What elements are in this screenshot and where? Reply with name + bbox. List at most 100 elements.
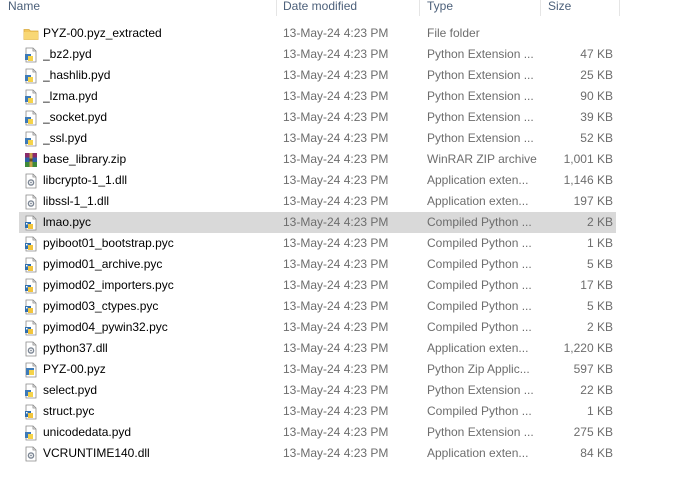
file-type: Python Extension ...: [427, 68, 534, 82]
file-date-modified: 13-May-24 4:23 PM: [283, 446, 389, 460]
file-row[interactable]: struct.pyc 13-May-24 4:23 PM Compiled Pyth…: [19, 401, 616, 422]
file-name: _ssl.pyd: [43, 131, 88, 145]
pyd-file-icon: [23, 383, 39, 399]
column-header-bar: Name Date modified Type Size: [0, 0, 682, 16]
file-size: 1 KB: [586, 404, 613, 418]
file-type: Compiled Python ...: [427, 257, 532, 271]
file-row[interactable]: pyimod04_pywin32.pyc 13-May-24 4:23 PM Com…: [19, 317, 616, 338]
file-icon-cell: [23, 275, 39, 296]
file-icon-cell: [23, 65, 39, 86]
file-name: unicodedata.pyd: [43, 425, 132, 439]
pyz-file-icon: [23, 362, 39, 378]
file-type: Python Extension ...: [427, 110, 534, 124]
file-row[interactable]: _hashlib.pyd 13-May-24 4:23 PM Python Exte…: [19, 65, 616, 86]
file-name: pyimod01_archive.pyc: [43, 257, 163, 271]
pyc-file-icon: [23, 278, 39, 294]
file-size: 1,220 KB: [563, 341, 613, 355]
file-icon-cell: [23, 170, 39, 191]
file-name: _hashlib.pyd: [43, 68, 111, 82]
file-date-modified: 13-May-24 4:23 PM: [283, 404, 389, 418]
file-date-modified: 13-May-24 4:23 PM: [283, 194, 389, 208]
file-size: 22 KB: [580, 383, 613, 397]
column-header-size[interactable]: Size: [541, 0, 620, 16]
dll-file-icon: [23, 194, 39, 210]
file-icon-cell: [23, 212, 39, 233]
pyd-file-icon: [23, 89, 39, 105]
file-name: libssl-1_1.dll: [43, 194, 110, 208]
file-size: 25 KB: [580, 68, 613, 82]
file-date-modified: 13-May-24 4:23 PM: [283, 320, 389, 334]
file-date-modified: 13-May-24 4:23 PM: [283, 215, 389, 229]
file-type: Application exten...: [427, 446, 529, 460]
file-date-modified: 13-May-24 4:23 PM: [283, 341, 389, 355]
file-date-modified: 13-May-24 4:23 PM: [283, 26, 389, 40]
file-size: 197 KB: [573, 194, 613, 208]
file-row[interactable]: lmao.pyc 13-May-24 4:23 PM Compiled Python…: [19, 212, 616, 233]
file-row[interactable]: base_library.zip 13-May-24 4:23 PM WinRAR …: [19, 149, 616, 170]
file-name: pyimod02_importers.pyc: [43, 278, 174, 292]
file-row[interactable]: pyimod03_ctypes.pyc 13-May-24 4:23 PM Comp…: [19, 296, 616, 317]
file-row[interactable]: python37.dll 13-May-24 4:23 PM Application…: [19, 338, 616, 359]
column-header-type-label: Type: [427, 0, 454, 13]
file-type: Compiled Python ...: [427, 404, 532, 418]
file-icon-cell: [23, 254, 39, 275]
file-icon-cell: [23, 44, 39, 65]
file-size: 17 KB: [580, 278, 613, 292]
file-row[interactable]: pyimod01_archive.pyc 13-May-24 4:23 PM Com…: [19, 254, 616, 275]
file-icon-cell: [23, 23, 39, 44]
file-row[interactable]: unicodedata.pyd 13-May-24 4:23 PM Python E…: [19, 422, 616, 443]
file-icon-cell: [23, 128, 39, 149]
column-header-date[interactable]: Date modified: [277, 0, 420, 16]
column-header-name[interactable]: Name: [0, 0, 277, 16]
pyc-file-icon: [23, 320, 39, 336]
file-row[interactable]: _lzma.pyd 13-May-24 4:23 PM Python Extensi…: [19, 86, 616, 107]
file-type: Application exten...: [427, 194, 529, 208]
file-icon-cell: [23, 107, 39, 128]
file-type: Python Zip Applic...: [427, 362, 530, 376]
file-row[interactable]: libssl-1_1.dll 13-May-24 4:23 PM Applicati…: [19, 191, 616, 212]
file-date-modified: 13-May-24 4:23 PM: [283, 89, 389, 103]
file-type: Compiled Python ...: [427, 278, 532, 292]
column-header-name-label: Name: [8, 0, 41, 13]
file-row[interactable]: _socket.pyd 13-May-24 4:23 PM Python Exten…: [19, 107, 616, 128]
file-row[interactable]: VCRUNTIME140.dll 13-May-24 4:23 PM Applica…: [19, 443, 616, 464]
file-name: base_library.zip: [43, 152, 127, 166]
file-date-modified: 13-May-24 4:23 PM: [283, 131, 389, 145]
file-size: 1,146 KB: [563, 173, 613, 187]
file-name: PYZ-00.pyz: [43, 362, 106, 376]
file-name: select.pyd: [43, 383, 98, 397]
pyd-file-icon: [23, 425, 39, 441]
pyc-file-icon: [23, 299, 39, 315]
pyc-file-icon: [23, 404, 39, 420]
pyd-file-icon: [23, 47, 39, 63]
file-icon-cell: [23, 443, 39, 464]
file-row[interactable]: select.pyd 13-May-24 4:23 PM Python Extens…: [19, 380, 616, 401]
file-type: Python Extension ...: [427, 383, 534, 397]
file-icon-cell: [23, 296, 39, 317]
file-name: struct.pyc: [43, 404, 95, 418]
file-size: 5 KB: [586, 299, 613, 313]
file-size: 5 KB: [586, 257, 613, 271]
file-icon-cell: [23, 401, 39, 422]
file-row[interactable]: libcrypto-1_1.dll 13-May-24 4:23 PM Applic…: [19, 170, 616, 191]
file-icon-cell: [23, 233, 39, 254]
file-type: WinRAR ZIP archive: [427, 152, 537, 166]
file-size: 39 KB: [580, 110, 613, 124]
file-row[interactable]: pyiboot01_bootstrap.pyc 13-May-24 4:23 PM…: [19, 233, 616, 254]
file-size: 90 KB: [580, 89, 613, 103]
file-row[interactable]: PYZ-00.pyz_extracted 13-May-24 4:23 PM Fil…: [19, 23, 616, 44]
file-date-modified: 13-May-24 4:23 PM: [283, 236, 389, 250]
file-name: pyimod03_ctypes.pyc: [43, 299, 159, 313]
file-row[interactable]: PYZ-00.pyz 13-May-24 4:23 PM Python Zip Ap…: [19, 359, 616, 380]
file-type: Python Extension ...: [427, 425, 534, 439]
file-date-modified: 13-May-24 4:23 PM: [283, 425, 389, 439]
file-row[interactable]: _bz2.pyd 13-May-24 4:23 PM Python Extensio…: [19, 44, 616, 65]
file-date-modified: 13-May-24 4:23 PM: [283, 173, 389, 187]
column-header-type[interactable]: Type: [420, 0, 541, 16]
file-type: Compiled Python ...: [427, 320, 532, 334]
file-name: pyiboot01_bootstrap.pyc: [43, 236, 174, 250]
file-row[interactable]: _ssl.pyd 13-May-24 4:23 PM Python Extensio…: [19, 128, 616, 149]
file-type: Compiled Python ...: [427, 215, 532, 229]
file-size: 1 KB: [586, 236, 613, 250]
file-row[interactable]: pyimod02_importers.pyc 13-May-24 4:23 PM C…: [19, 275, 616, 296]
